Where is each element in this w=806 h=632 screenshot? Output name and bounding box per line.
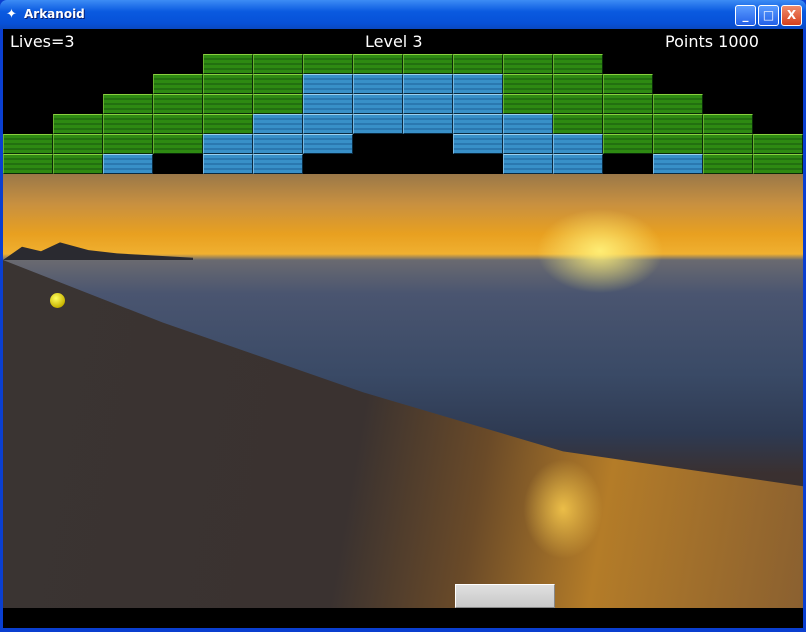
blue-brick bbox=[453, 134, 503, 154]
blue-brick bbox=[453, 94, 503, 114]
blue-brick bbox=[303, 114, 353, 134]
blue-brick bbox=[253, 114, 303, 134]
green-brick bbox=[253, 94, 303, 114]
green-brick bbox=[153, 94, 203, 114]
paddle[interactable] bbox=[455, 584, 555, 608]
blue-brick bbox=[303, 94, 353, 114]
green-brick bbox=[403, 54, 453, 74]
green-brick bbox=[203, 54, 253, 74]
green-brick bbox=[203, 94, 253, 114]
blue-brick bbox=[203, 154, 253, 174]
green-brick bbox=[553, 54, 603, 74]
game-canvas[interactable]: Lives=3 Level 3 Points 1000 bbox=[3, 29, 803, 628]
blue-brick bbox=[253, 134, 303, 154]
level-indicator: Level 3 bbox=[365, 32, 423, 51]
green-brick bbox=[703, 114, 753, 134]
green-brick bbox=[653, 134, 703, 154]
blue-brick bbox=[403, 114, 453, 134]
blue-brick bbox=[503, 134, 553, 154]
green-brick bbox=[653, 114, 703, 134]
blue-brick bbox=[303, 134, 353, 154]
blue-brick bbox=[103, 154, 153, 174]
green-brick bbox=[53, 154, 103, 174]
green-brick bbox=[703, 134, 753, 154]
blue-brick bbox=[453, 114, 503, 134]
green-brick bbox=[103, 134, 153, 154]
green-brick bbox=[103, 94, 153, 114]
green-brick bbox=[303, 54, 353, 74]
green-brick bbox=[3, 134, 53, 154]
green-brick bbox=[53, 114, 103, 134]
points-counter: Points 1000 bbox=[665, 32, 759, 51]
beach-sunset-background bbox=[3, 174, 803, 608]
green-brick bbox=[153, 74, 203, 94]
title-bar[interactable]: ✦ Arkanoid _ □ X bbox=[0, 0, 806, 29]
blue-brick bbox=[353, 114, 403, 134]
green-brick bbox=[253, 74, 303, 94]
blue-brick bbox=[353, 74, 403, 94]
green-brick bbox=[253, 54, 303, 74]
green-brick bbox=[753, 134, 803, 154]
close-button[interactable]: X bbox=[781, 5, 802, 26]
blue-brick bbox=[403, 94, 453, 114]
minimize-button[interactable]: _ bbox=[735, 5, 756, 26]
green-brick bbox=[503, 54, 553, 74]
blue-brick bbox=[353, 94, 403, 114]
blue-brick bbox=[303, 74, 353, 94]
hills bbox=[3, 242, 193, 260]
blue-brick bbox=[553, 154, 603, 174]
green-brick bbox=[153, 114, 203, 134]
green-brick bbox=[753, 154, 803, 174]
green-brick bbox=[553, 94, 603, 114]
green-brick bbox=[603, 74, 653, 94]
blue-brick bbox=[653, 154, 703, 174]
maximize-button[interactable]: □ bbox=[758, 5, 779, 26]
lives-counter: Lives=3 bbox=[10, 32, 75, 51]
green-brick bbox=[53, 134, 103, 154]
green-brick bbox=[153, 134, 203, 154]
green-brick bbox=[503, 74, 553, 94]
green-brick bbox=[503, 94, 553, 114]
sand bbox=[3, 260, 803, 608]
green-brick bbox=[703, 154, 753, 174]
green-brick bbox=[203, 114, 253, 134]
blue-brick bbox=[203, 134, 253, 154]
sun-reflection bbox=[523, 459, 603, 559]
green-brick bbox=[653, 94, 703, 114]
green-brick bbox=[453, 54, 503, 74]
green-brick bbox=[203, 74, 253, 94]
green-brick bbox=[603, 94, 653, 114]
green-brick bbox=[353, 54, 403, 74]
blue-brick bbox=[503, 114, 553, 134]
green-brick bbox=[603, 134, 653, 154]
blue-brick bbox=[253, 154, 303, 174]
blue-brick bbox=[503, 154, 553, 174]
window-title: Arkanoid bbox=[24, 7, 85, 21]
green-brick bbox=[553, 74, 603, 94]
blue-brick bbox=[453, 74, 503, 94]
green-brick bbox=[3, 154, 53, 174]
ball bbox=[50, 293, 65, 308]
green-brick bbox=[553, 114, 603, 134]
green-brick bbox=[603, 114, 653, 134]
green-brick bbox=[103, 114, 153, 134]
blue-brick bbox=[553, 134, 603, 154]
blue-brick bbox=[403, 74, 453, 94]
app-icon: ✦ bbox=[6, 7, 17, 22]
